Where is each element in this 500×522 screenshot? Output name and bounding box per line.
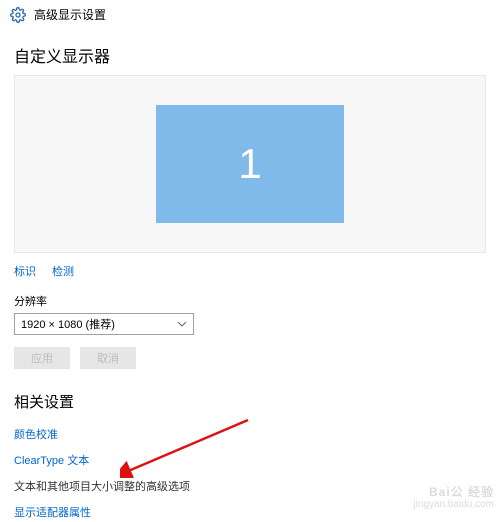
watermark-url: jingyan.baidu.com <box>413 499 494 511</box>
watermark: Bai公 经验 jingyan.baidu.com <box>413 485 494 511</box>
gear-icon <box>10 7 26 23</box>
window-header: 高级显示设置 <box>0 0 500 29</box>
monitor-tile-1[interactable]: 1 <box>156 105 344 223</box>
monitor-number: 1 <box>238 140 261 188</box>
resolution-select[interactable]: 1920 × 1080 (推荐) <box>14 313 194 335</box>
monitor-preview-area[interactable]: 1 <box>14 75 486 253</box>
apply-button[interactable]: 应用 <box>14 347 70 369</box>
cancel-button[interactable]: 取消 <box>80 347 136 369</box>
resolution-value: 1920 × 1080 (推荐) <box>21 316 115 332</box>
display-actions: 标识 检测 <box>0 253 500 279</box>
related-settings-title: 相关设置 <box>0 369 500 418</box>
chevron-down-icon <box>177 319 187 329</box>
resolution-label: 分辨率 <box>0 279 500 313</box>
customize-title: 自定义显示器 <box>0 29 500 75</box>
button-row: 应用 取消 <box>0 335 500 369</box>
watermark-brand: Bai公 经验 <box>413 485 494 499</box>
cleartype-link[interactable]: ClearType 文本 <box>14 444 486 470</box>
header-title: 高级显示设置 <box>34 6 106 23</box>
detect-link[interactable]: 检测 <box>52 263 74 279</box>
identify-link[interactable]: 标识 <box>14 263 36 279</box>
color-calibration-link[interactable]: 颜色校准 <box>14 418 486 444</box>
